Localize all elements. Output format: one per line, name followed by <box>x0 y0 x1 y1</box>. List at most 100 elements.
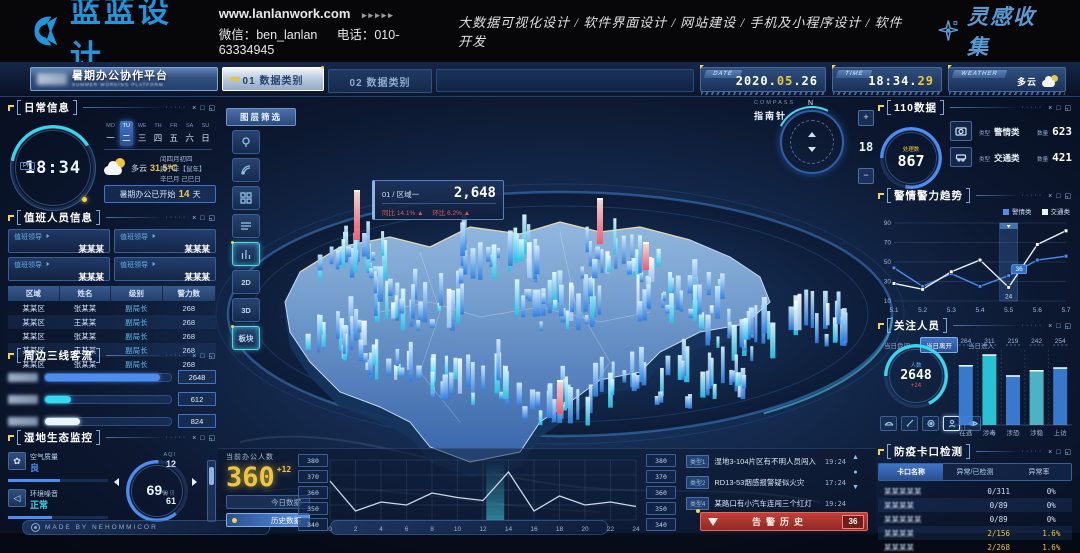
week-day[interactable]: WE三 <box>136 121 149 146</box>
table-header-cell: 级别 <box>111 286 162 301</box>
panel-header: 值班人员信息 ····· × □ ◱ <box>8 210 216 225</box>
alert-row[interactable]: 类型2RD13-53烟感报警疑似火灾17:24 <box>686 475 846 490</box>
layer-button-3d[interactable]: 3D <box>232 298 260 322</box>
layer-button-plate[interactable]: 板块 <box>232 326 260 350</box>
checkpoint-rate: 0% <box>1031 487 1072 496</box>
website-link[interactable]: www.lanlanwork.com <box>219 6 351 21</box>
checkpoint-row[interactable]: 某某某某2/2681.6% <box>878 540 1072 553</box>
week-day[interactable]: FR五 <box>167 121 180 146</box>
panel-title: 周边三线客流 <box>17 348 100 363</box>
scroll-dot[interactable]: ● <box>852 469 859 476</box>
panel-controls[interactable]: × □ ◱ <box>192 214 216 222</box>
checkpoint-tab[interactable]: 卡口名称 <box>879 464 943 480</box>
inspiration-block[interactable]: 灵感收集 <box>936 1 1054 61</box>
table-row[interactable]: 某某区张某某副局长268 <box>8 329 216 343</box>
target-icon[interactable] <box>922 416 939 431</box>
time-box: TIME 18:34.29 <box>832 67 942 92</box>
checkpoint-row[interactable]: 某某某某2/1561.6% <box>878 526 1072 540</box>
dots-decoration: ····· <box>166 434 188 441</box>
scroll-up-button[interactable]: ▲ <box>852 454 859 461</box>
vertical-slider[interactable] <box>207 460 216 522</box>
pen-icon[interactable] <box>901 416 918 431</box>
week-day[interactable]: TH四 <box>151 121 164 146</box>
week-day[interactable]: MO一 <box>104 121 117 146</box>
tooltip-value: 2,648 <box>454 185 496 201</box>
legend-swatch <box>1003 209 1009 215</box>
alert-text: 某路口有小汽车连闯三个红灯 <box>714 498 820 509</box>
panel-controls[interactable]: × □ ◱ <box>1048 322 1072 330</box>
corner-tick-icon <box>878 449 884 455</box>
hat-icon[interactable] <box>880 416 897 431</box>
checkpoint-tab[interactable]: 异常率 <box>1007 464 1071 480</box>
flow-row: 2648 <box>8 369 216 385</box>
alert-time: 19:24 <box>825 458 846 466</box>
checkpoint-row[interactable]: 某某某某某0/3110% <box>878 484 1072 498</box>
layer-button-list[interactable] <box>232 214 260 238</box>
air-status: 良 <box>30 461 39 474</box>
table-cell: 某某区 <box>8 315 59 329</box>
prev-arrow[interactable] <box>114 478 119 486</box>
week-day[interactable]: TU二 <box>120 121 133 146</box>
alert-row[interactable]: 类型1湿地3-104片区有不明人员闯入19:24 <box>686 454 846 469</box>
panel-controls[interactable]: × □ ◱ <box>1048 192 1072 200</box>
panel-header: 防疫卡口检测 ····· × □ ◱ <box>878 444 1072 459</box>
list-icon <box>240 220 252 232</box>
panel-checkpoint: 防疫卡口检测 ····· × □ ◱ 卡口名称异常/已检测异常率 某某某某某0/… <box>878 444 1072 550</box>
panel-header: 周边三线客流 ····· × □ ◱ <box>8 348 216 363</box>
layer-button-barchart[interactable] <box>232 242 260 266</box>
week-day[interactable]: SA六 <box>183 121 196 146</box>
table-row[interactable]: 某某区张某某副局长268 <box>8 301 216 315</box>
alert-history-label: 告警历史 <box>718 515 842 528</box>
alert-row[interactable]: 类型4某路口有小汽车连闯三个红灯19:24 <box>686 496 846 511</box>
svg-text:12: 12 <box>479 526 487 533</box>
panel-controls[interactable]: × □ ◱ <box>192 352 216 360</box>
panel-duty-info: 值班人员信息 ····· × □ ◱ 值班领导某某某值班领导某某某值班领导某某某… <box>8 210 216 344</box>
table-header-cell: 姓名 <box>59 286 110 301</box>
zoom-out-button[interactable]: − <box>858 168 874 184</box>
duty-leader-card[interactable]: 值班领导某某某 <box>8 229 110 253</box>
table-cell: 副局长 <box>111 329 162 343</box>
panel-controls[interactable]: × □ ◱ <box>192 104 216 112</box>
compass-ring[interactable] <box>780 110 844 174</box>
services-text: 大数据可视化设计 / 软件界面设计 / 网站建设 / 手机及小程序设计 / 软件… <box>458 12 906 50</box>
layer-button-signal[interactable] <box>232 158 260 182</box>
table-cell: 某某区 <box>8 329 59 343</box>
layer-button-2d[interactable]: 2D <box>232 270 260 294</box>
alert-history-count: 36 <box>842 515 864 529</box>
checkpoint-row[interactable]: 某某某某某0/890% <box>878 512 1072 526</box>
week-day[interactable]: SU日 <box>199 121 212 146</box>
y-axis-tick: 360 <box>646 486 676 499</box>
checkpoint-row[interactable]: 某某某某0/890% <box>878 498 1072 512</box>
panel-controls[interactable]: × □ ◱ <box>1048 104 1072 112</box>
week-calendar: MO一TU二WE三TH四FR五SA六SU日 <box>104 121 212 146</box>
checkpoint-name: 某某某某 <box>878 500 967 511</box>
duty-leader-card[interactable]: 值班领导某某某 <box>114 229 216 253</box>
flow-value: 612 <box>178 392 216 406</box>
svg-text:50: 50 <box>884 259 892 266</box>
dashboard-header: 暑期办公协作平台 SUMMER WORKING PLATFORM 01 数据类别… <box>0 62 1080 97</box>
table-cell: 张某某 <box>59 329 110 343</box>
svg-text:70: 70 <box>884 240 892 247</box>
panel-header: 110数据 ····· × □ ◱ <box>878 100 1072 115</box>
zoom-in-button[interactable]: + <box>858 110 874 126</box>
checkpoint-tab[interactable]: 异常/已检测 <box>943 464 1007 480</box>
duty-leader-card[interactable]: 值班领导某某某 <box>8 257 110 281</box>
table-cell: 副局长 <box>111 301 162 315</box>
camera-icon <box>31 523 40 532</box>
next-arrow[interactable] <box>192 478 197 486</box>
scroll-down-button[interactable]: ▼ <box>852 484 859 491</box>
tab-data-category-2[interactable]: 02 数据类别 <box>328 69 432 93</box>
alert-history-button[interactable]: 告警历史 36 <box>700 512 868 531</box>
table-row[interactable]: 某某区王某某副局长268 <box>8 315 216 329</box>
panel-controls[interactable]: × □ ◱ <box>192 434 216 442</box>
duty-leader-card[interactable]: 值班领导某某某 <box>114 257 216 281</box>
tab-data-category-1[interactable]: 01 数据类别 <box>222 67 324 91</box>
layer-button-grid[interactable] <box>232 186 260 210</box>
panel-controls[interactable]: × □ ◱ <box>1048 448 1072 456</box>
layer-button-location[interactable] <box>232 130 260 154</box>
panel-title: 日常信息 <box>17 100 77 115</box>
wechat-text: 微信：ben_lanlan <box>219 28 318 42</box>
office-count-value: 360+12 <box>226 464 306 491</box>
svg-text:18: 18 <box>556 526 564 533</box>
arrows-decoration: ▸▸▸▸▸ <box>362 10 395 20</box>
